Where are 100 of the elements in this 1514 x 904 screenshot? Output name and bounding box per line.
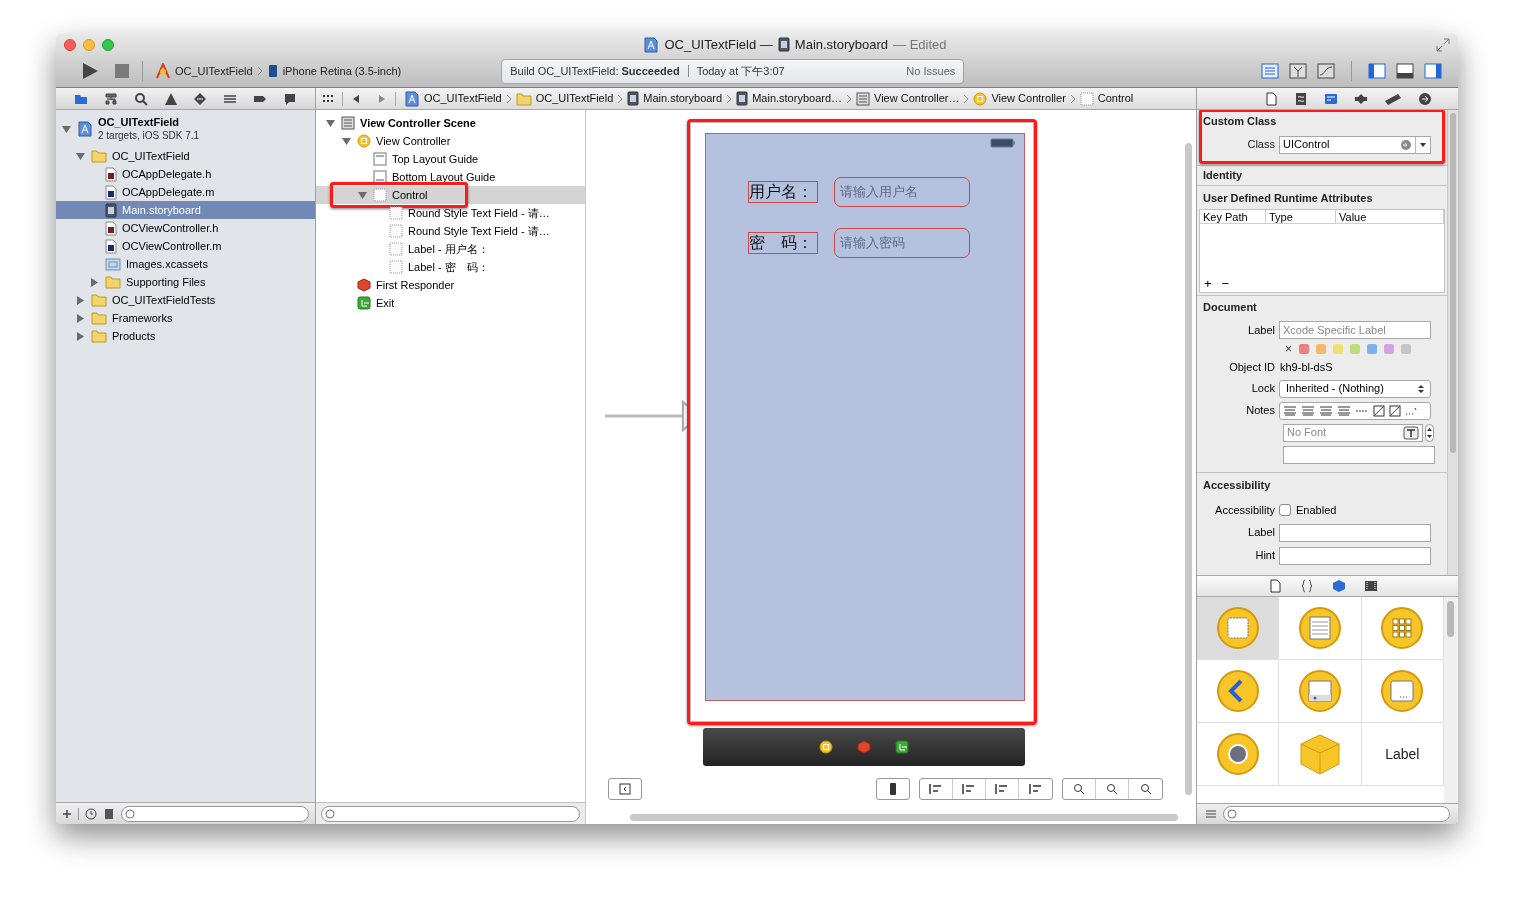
utilities-toggle-icon[interactable] (1424, 63, 1442, 80)
outline-row[interactable]: Round Style Text Field - 请… (316, 222, 585, 240)
file-row[interactable]: OC_UITextFieldTests (56, 291, 315, 309)
file-row[interactable]: Main.storyboard (56, 201, 315, 219)
breadcrumb[interactable]: OC_UITextField (404, 90, 502, 107)
justify-icon[interactable] (1337, 405, 1351, 416)
collapse-triangle-icon[interactable] (358, 190, 367, 200)
file-row[interactable]: OC_UITextField 2 targets, iOS SDK 7.1 (56, 111, 315, 147)
grid-icon[interactable] (322, 92, 334, 105)
version-editor-icon[interactable] (1317, 63, 1335, 80)
expand-triangle-icon[interactable] (76, 331, 85, 341)
list-icon[interactable] (1205, 808, 1217, 820)
library-item[interactable] (1197, 723, 1280, 786)
outline-row[interactable]: View Controller (316, 132, 585, 150)
device-selector[interactable]: iPhone Retina (3.5-inch) (266, 63, 402, 80)
clear-label-button[interactable]: × (1285, 343, 1292, 355)
toggle-outline-button[interactable] (608, 778, 642, 800)
align-right-icon[interactable] (1319, 405, 1333, 416)
form-factor-button[interactable] (876, 778, 910, 800)
document-icon[interactable] (103, 807, 115, 820)
film-icon[interactable] (1363, 579, 1378, 593)
breadcrumb[interactable]: Main.storyboard (627, 90, 723, 107)
label-field[interactable]: Xcode Specific Label (1279, 321, 1431, 339)
document-icon[interactable] (1267, 579, 1282, 593)
zoom-button[interactable] (102, 38, 114, 51)
color-swatch[interactable] (1384, 344, 1394, 354)
standard-editor-icon[interactable] (1261, 63, 1279, 80)
column-header[interactable]: Value (1336, 209, 1444, 223)
color-swatch[interactable] (1350, 344, 1360, 354)
document-icon[interactable] (1263, 91, 1278, 106)
expand-triangle-icon[interactable] (90, 277, 99, 287)
ruler-icon[interactable] (1383, 91, 1402, 106)
cube-icon[interactable] (1331, 579, 1346, 593)
library-item[interactable] (1197, 597, 1280, 660)
no-color-icon[interactable] (1389, 404, 1401, 417)
arrow-circle-icon[interactable] (1417, 91, 1432, 106)
outline-row[interactable]: View Controller Scene (316, 114, 585, 132)
file-row[interactable]: OCAppDelegate.m (56, 183, 315, 201)
add-icon[interactable] (62, 808, 72, 819)
breadcrumb[interactable]: Control (1079, 90, 1134, 107)
library-item[interactable]: Label (1361, 723, 1444, 786)
file-row[interactable]: OCAppDelegate.h (56, 165, 315, 183)
forward-icon[interactable] (377, 93, 387, 104)
library-item[interactable] (1279, 660, 1362, 723)
font-field[interactable]: No Font (1283, 423, 1423, 442)
text-field[interactable]: 请输入密码 (834, 227, 970, 258)
outline-row[interactable]: Top Layout Guide (316, 150, 585, 168)
notes-field[interactable] (1283, 445, 1435, 464)
no-color-icon[interactable] (1373, 404, 1385, 417)
outline-row[interactable]: Exit (316, 294, 585, 312)
hint-field[interactable] (1279, 546, 1431, 565)
outline-row[interactable]: Round Style Text Field - 请… (316, 204, 585, 222)
back-icon[interactable] (351, 93, 361, 104)
color-swatch[interactable] (1367, 344, 1377, 354)
attributes-icon[interactable] (1353, 91, 1368, 106)
breadcrumb[interactable]: View Controller… (856, 90, 960, 107)
file-row[interactable]: OCViewController.h (56, 219, 315, 237)
file-row[interactable]: OCViewController.m (56, 237, 315, 255)
column-header[interactable]: Key Path (1200, 209, 1266, 223)
breadcrumb[interactable]: Main.storyboard… (736, 90, 843, 107)
scheme-selector[interactable]: OC_UITextField (155, 63, 253, 80)
lock-select[interactable]: Inherited - (Nothing) (1279, 379, 1431, 398)
filter-field[interactable] (1223, 806, 1450, 822)
clock-icon[interactable] (85, 807, 97, 820)
search-icon[interactable] (133, 91, 148, 106)
breadcrumb[interactable]: View Controller (973, 90, 1066, 107)
remove-button[interactable]: − (1221, 276, 1230, 291)
text-field[interactable]: 请输入用户名 (834, 176, 970, 207)
column-header[interactable]: Type (1266, 209, 1336, 223)
file-row[interactable]: Supporting Files (56, 273, 315, 291)
breadcrumb[interactable]: OC_UITextField (515, 90, 614, 107)
add-button[interactable]: + (1204, 276, 1212, 291)
file-row[interactable]: Frameworks (56, 309, 315, 327)
assistant-editor-icon[interactable] (1289, 63, 1307, 80)
accessibility-label-field[interactable] (1279, 523, 1431, 542)
speech-bubble-icon[interactable] (283, 91, 298, 106)
enabled-checkbox[interactable]: Enabled (1279, 502, 1337, 519)
close-button[interactable] (64, 38, 76, 51)
align-left-icon[interactable] (1283, 405, 1297, 416)
hierarchy-icon[interactable] (103, 91, 118, 106)
file-row[interactable]: Images.xcassets (56, 255, 315, 273)
stop-icon[interactable] (114, 63, 130, 80)
expand-triangle-icon[interactable] (76, 295, 85, 305)
identity-icon[interactable] (1323, 91, 1338, 106)
collapse-triangle-icon[interactable] (76, 151, 85, 161)
align-center-icon[interactable] (1301, 405, 1315, 416)
filter-field[interactable] (321, 805, 580, 822)
more-icon[interactable] (1405, 405, 1417, 416)
library-item[interactable] (1197, 660, 1280, 723)
collapse-triangle-icon[interactable] (62, 124, 71, 134)
color-swatch[interactable] (1401, 344, 1411, 354)
code-braces-icon[interactable] (1299, 579, 1314, 593)
collapse-triangle-icon[interactable] (326, 118, 335, 128)
library-item[interactable] (1361, 660, 1444, 723)
color-swatch[interactable] (1299, 344, 1309, 354)
outline-row[interactable]: Label - 用户名： (316, 240, 585, 258)
debug-area-toggle-icon[interactable] (1396, 63, 1414, 80)
run-icon[interactable] (80, 61, 100, 82)
class-field[interactable]: UIControl (1279, 135, 1431, 154)
collapse-triangle-icon[interactable] (342, 136, 351, 146)
